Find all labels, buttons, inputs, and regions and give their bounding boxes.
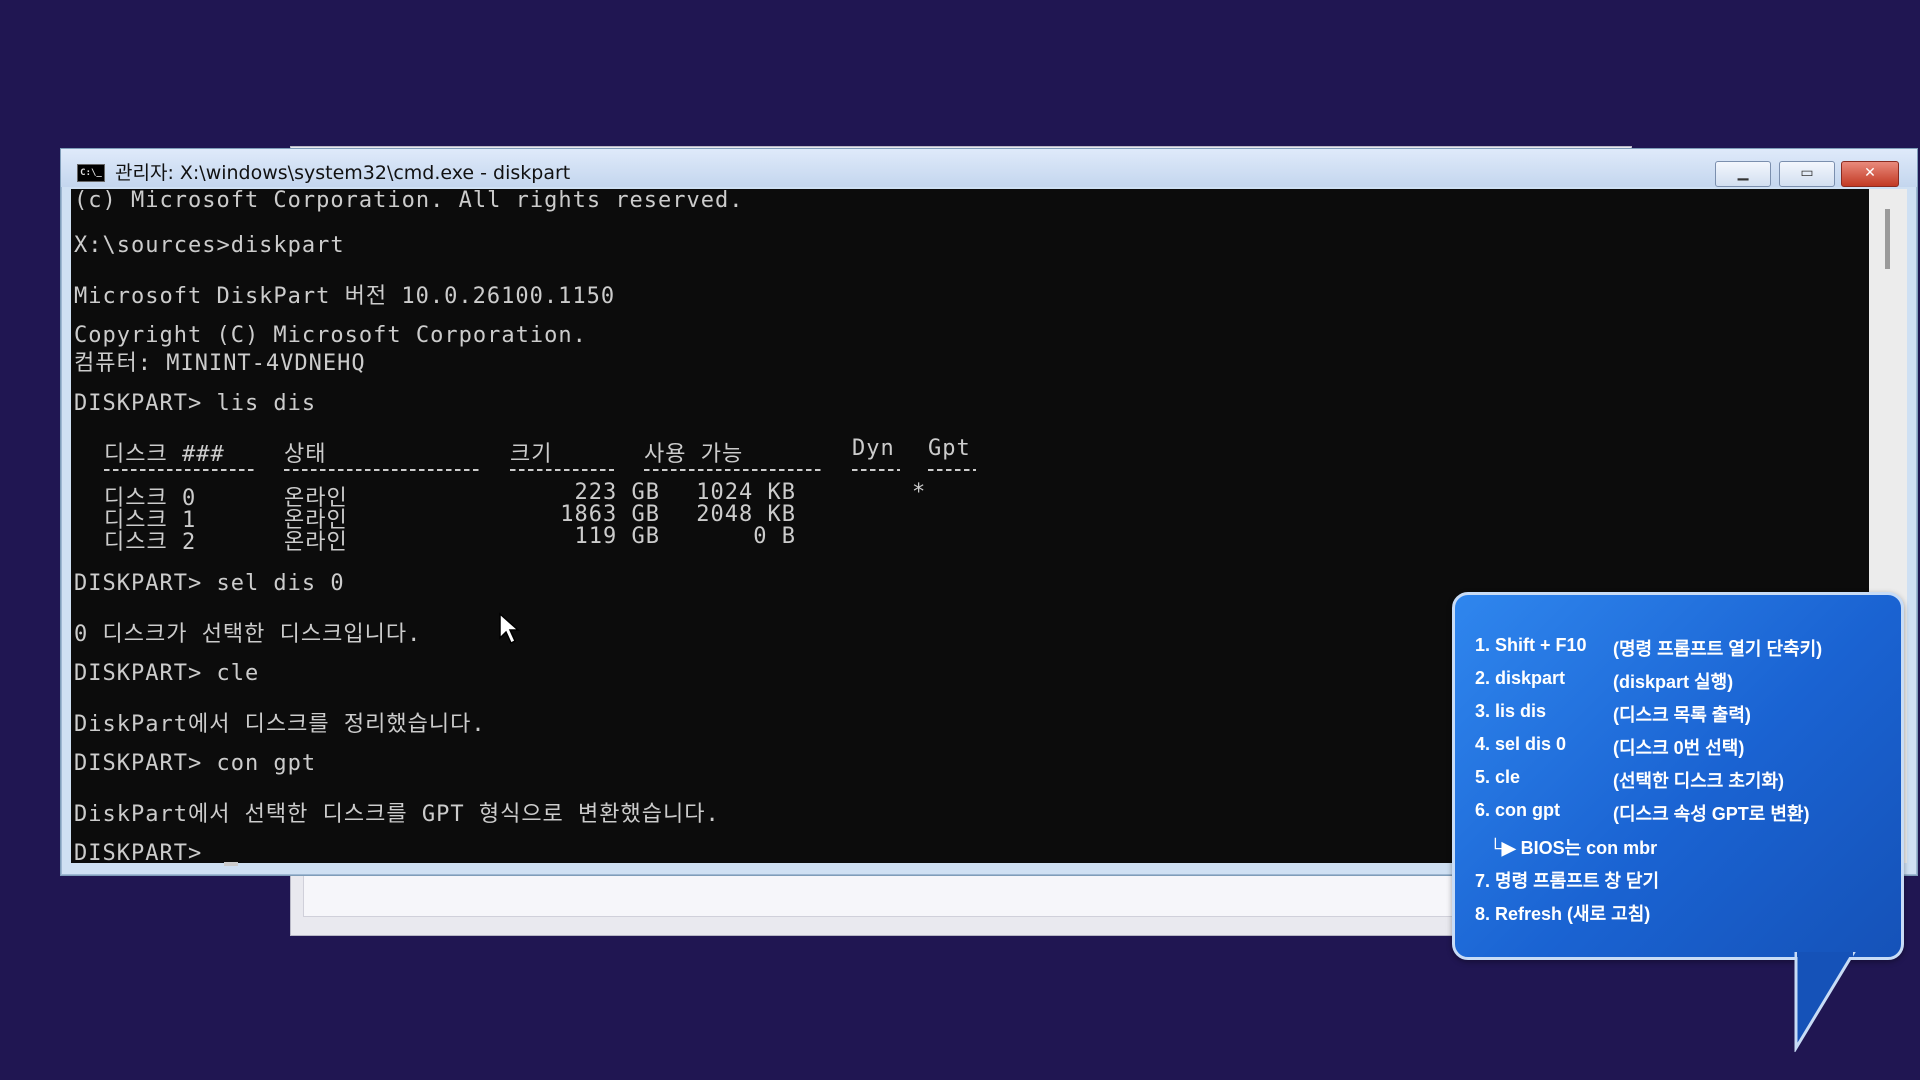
bios-note: └▶ BIOS는 con mbr — [1489, 838, 1658, 858]
step-command: 1. Shift + F10 — [1475, 635, 1587, 655]
table-header-underline — [104, 469, 254, 471]
minimize-button[interactable]: ▁ — [1715, 161, 1771, 187]
console-line: X:\sources>diskpart — [74, 233, 345, 258]
table-header: 상태 — [284, 442, 327, 467]
step-description: (선택한 디스크 초기화) — [1613, 771, 1785, 791]
table-header: Dyn — [852, 436, 895, 461]
table-cell: 온라인 — [284, 530, 348, 555]
console-line: DISKPART> con gpt — [74, 751, 317, 776]
table-header-underline — [284, 469, 480, 471]
table-cell: 디스크 2 — [104, 530, 197, 555]
console-line: DiskPart에서 선택한 디스크를 GPT 형식으로 변환했습니다. — [74, 802, 720, 827]
table-cell: 119 GB — [574, 524, 660, 549]
text-cursor — [224, 862, 238, 866]
maximize-button[interactable]: ▭ — [1779, 161, 1835, 187]
table-cell: 0 B — [753, 524, 796, 549]
console-line: Microsoft DiskPart 버전 10.0.26100.1150 — [74, 284, 616, 309]
console-line: DISKPART> sel dis 0 — [74, 571, 345, 596]
cmd-icon: C:\_ — [77, 164, 105, 182]
table-header: 사용 가능 — [644, 442, 744, 467]
console-line: DiskPart에서 디스크를 정리했습니다. — [74, 712, 486, 737]
table-header-underline — [510, 469, 614, 471]
table-header-underline — [644, 469, 824, 471]
title-bar[interactable]: C:\_ 관리자: X:\windows\system32\cmd.exe - … — [61, 149, 1917, 187]
callout-tail — [1794, 952, 1856, 1052]
console-line: DISKPART> lis dis — [74, 391, 317, 416]
step-command: 4. sel dis 0 — [1475, 734, 1567, 754]
window-title: 관리자: X:\windows\system32\cmd.exe - diskp… — [115, 162, 571, 184]
table-header: 디스크 ### — [104, 442, 225, 467]
table-header: 크기 — [510, 442, 553, 467]
step-command: 8. Refresh (새로 고침) — [1475, 904, 1651, 924]
step-command: 5. cle — [1475, 767, 1521, 787]
console-line: (c) Microsoft Corporation. All rights re… — [74, 188, 744, 213]
step-description: (명령 프롬프트 열기 단축키) — [1613, 639, 1823, 659]
step-description: (디스크 목록 출력) — [1613, 705, 1751, 725]
table-cell: * — [912, 480, 927, 505]
step-command: 7. 명령 프롬프트 창 닫기 — [1475, 871, 1660, 891]
table-header-underline — [852, 469, 900, 471]
console-line: 컴퓨터: MININT-4VDNEHQ — [74, 351, 366, 376]
step-command: 6. con gpt — [1475, 800, 1560, 820]
step-command: 3. lis dis — [1475, 701, 1547, 721]
instructions-callout: 1. Shift + F10 (명령 프롬프트 열기 단축키) 2. diskp… — [1452, 592, 1904, 960]
table-header: Gpt — [928, 436, 971, 461]
console-prompt[interactable]: DISKPART> — [74, 841, 216, 866]
close-button[interactable]: ✕ — [1841, 161, 1899, 187]
console-line: 0 디스크가 선택한 디스크입니다. — [74, 622, 422, 647]
step-description: (디스크 0번 선택) — [1613, 738, 1745, 758]
console-line: DISKPART> cle — [74, 661, 260, 686]
mouse-pointer-icon — [499, 612, 520, 645]
step-description: (diskpart 실행) — [1613, 672, 1734, 692]
scrollbar-thumb[interactable] — [1885, 209, 1890, 269]
step-description: (디스크 속성 GPT로 변환) — [1613, 804, 1810, 824]
step-command: 2. diskpart — [1475, 668, 1566, 688]
table-header-underline — [928, 469, 976, 471]
